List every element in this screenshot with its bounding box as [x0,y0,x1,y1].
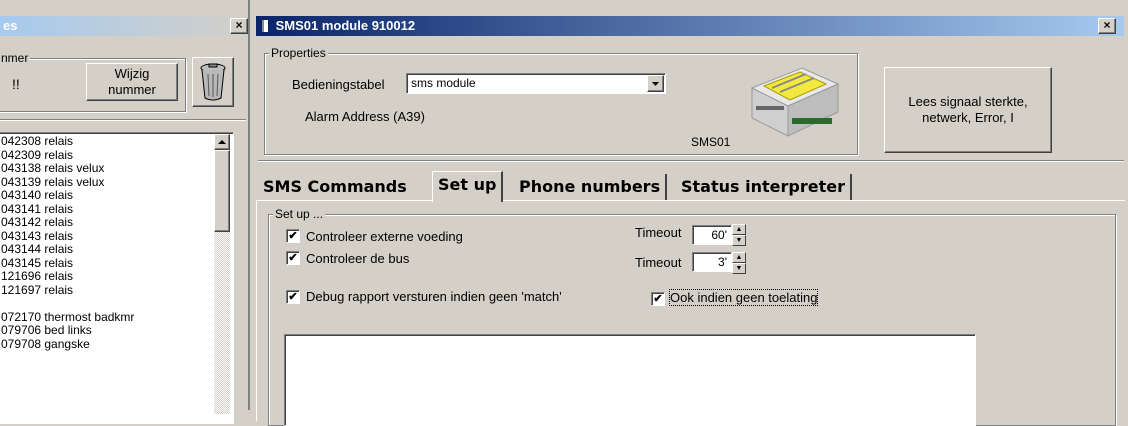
tab-phone-numbers[interactable]: Phone numbers [514,174,668,200]
sms01-device-image [742,60,844,142]
number-groupbox-legend: nmer [0,51,31,65]
list-item[interactable]: 043139 relais velux [0,175,233,190]
app-icon [262,20,268,32]
check-debug-rapport[interactable]: ✔ [286,290,300,304]
timeout2-spinner[interactable]: ▲ ▼ [732,252,746,274]
tab-status-interpreter[interactable]: Status interpreter [676,174,852,200]
trash-icon [199,62,227,105]
left-divider [0,119,246,121]
left-window-title: es [3,18,18,33]
timeout1-value: 60' [711,228,727,242]
de-bus-label: Controleer de bus [306,251,410,266]
ook-indien-label: Ook indien geen toelating [668,289,819,306]
list-item[interactable]: 079708 gangske [0,337,233,352]
left-window-titlebar: es [0,16,250,36]
read-signal-line2: netwerk, Error, I [922,110,1014,125]
timeout1-input[interactable]: 60' [692,225,732,245]
properties-separator [258,160,1124,162]
left-window-right-edge [248,0,250,410]
main-window-close-button[interactable]: × [1098,18,1116,34]
list-item[interactable] [0,297,233,311]
delete-button[interactable] [192,57,234,107]
list-item[interactable]: 121697 relais [0,283,233,298]
dropdown-button[interactable] [647,75,664,92]
check-ook-indien[interactable]: ✔ [651,292,665,306]
scroll-up-button[interactable] [214,134,230,150]
debug-rapport-label: Debug rapport versturen indien geen 'mat… [306,289,562,304]
timeout1-spinner[interactable]: ▲ ▼ [732,224,746,246]
device-label: SMS01 [691,135,731,149]
spin-up-icon[interactable]: ▲ [732,252,746,263]
list-item[interactable]: 043138 relais velux [0,161,233,176]
main-window: SMS01 module 910012 × Properties Bedieni… [254,0,1128,426]
check-externe-voeding[interactable]: ✔ [286,229,300,243]
list-item[interactable]: 043144 relais [0,242,233,257]
list-item[interactable]: 042309 relais [0,148,233,163]
bedieningstabel-label: Bedieningstabel [292,77,385,92]
list-item[interactable]: 042308 relais [0,134,233,149]
spin-up-icon[interactable]: ▲ [732,224,746,235]
wijzig-nummer-button[interactable]: Wijzig nummer [86,63,178,101]
left-window-close-button[interactable]: × [230,18,248,34]
list-item[interactable]: 043140 relais [0,188,233,203]
externe-voeding-label: Controleer externe voeding [306,229,463,244]
read-signal-button[interactable]: Lees signaal sterkte, netwerk, Error, I [884,67,1052,153]
tab-sms-commands[interactable]: SMS Commands [258,174,412,200]
module-list: 042308 relais 042309 relais 043138 relais … [0,133,233,351]
list-item[interactable]: 043141 relais [0,202,233,217]
bedieningstabel-select[interactable]: sms module [406,73,666,94]
read-signal-line1: Lees signaal sterkte, [908,94,1028,109]
left-window: es × nmer !! Wijzig nummer 042308 relais… [0,0,252,424]
spin-down-icon[interactable]: ▼ [732,235,746,246]
alarm-address-label: Alarm Address (A39) [305,109,425,124]
setup-textarea[interactable] [284,334,976,426]
timeout2-label: Timeout [635,255,682,270]
module-listbox[interactable]: 042308 relais 042309 relais 043138 relais … [0,132,234,424]
check-de-bus[interactable]: ✔ [286,251,300,265]
spin-down-icon[interactable]: ▼ [732,263,746,274]
exclaim-text: !! [12,76,20,92]
tab-set-up[interactable]: Set up [432,171,504,202]
main-window-titlebar: SMS01 module 910012 [256,16,1124,36]
list-scrollbar[interactable] [214,134,230,414]
setup-legend: Set up ... [273,207,326,221]
bedieningstabel-value: sms module [411,76,476,90]
timeout1-label: Timeout [635,225,682,240]
wijzig-line2: nummer [108,82,156,97]
chevron-down-icon [652,82,659,86]
list-item[interactable]: 079706 bed links [0,323,233,338]
list-item[interactable]: 072170 thermost badkmr [0,310,233,325]
timeout2-input[interactable]: 3' [692,252,732,272]
main-window-title: SMS01 module 910012 [275,18,416,33]
wijzig-line1: Wijzig [114,66,150,81]
scroll-thumb[interactable] [214,150,230,232]
arrow-up-icon [218,140,226,144]
properties-legend: Properties [269,46,328,60]
list-item[interactable]: 043143 relais [0,229,233,244]
list-item[interactable]: 121696 relais [0,269,233,284]
list-item[interactable]: 043142 relais [0,215,233,230]
timeout2-value: 3' [718,255,727,269]
list-item[interactable]: 043145 relais [0,256,233,271]
